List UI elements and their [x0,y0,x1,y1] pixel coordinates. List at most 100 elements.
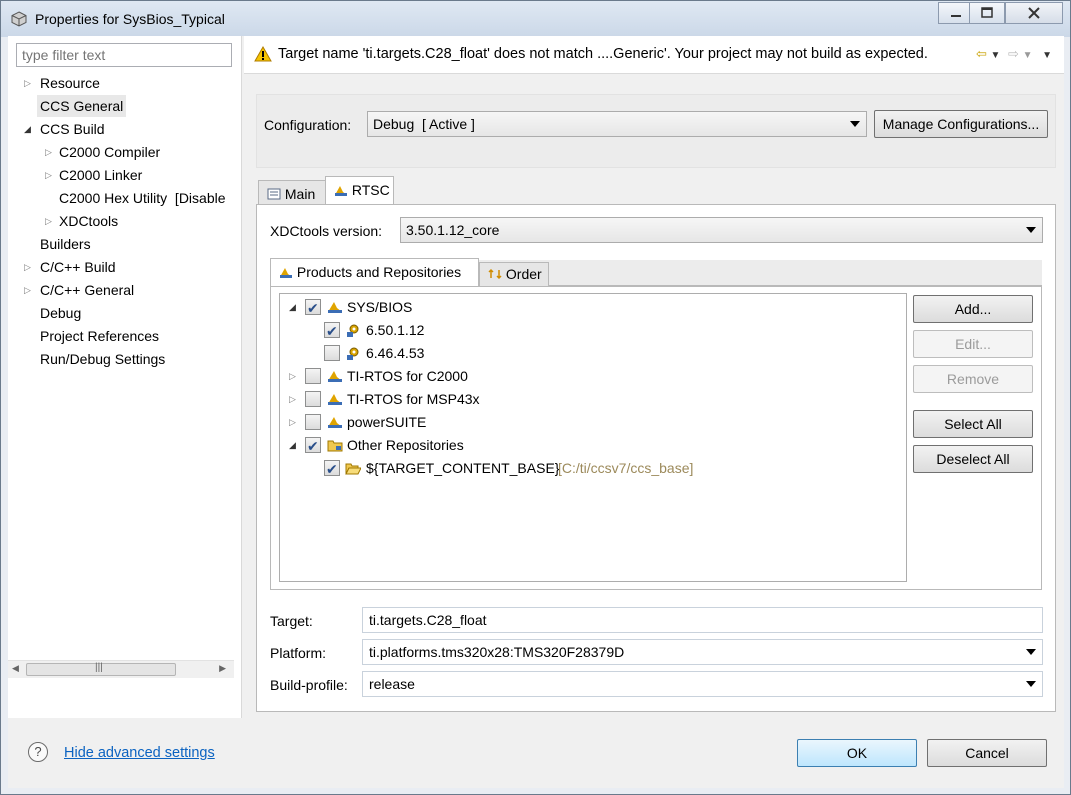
target-input[interactable]: ti.targets.C28_float [362,607,1043,633]
ok-button[interactable]: OK [797,739,917,767]
repository-folder-icon [327,440,343,452]
xdctools-version-select[interactable]: 3.50.1.12_core [400,217,1043,243]
forward-dropdown-icon[interactable]: ▼ [1023,50,1033,61]
tab-label: RTSC [351,182,390,198]
checkbox[interactable] [324,320,340,342]
property-page-tree-panel: ▷ Resource CCS General ◢ CCS Build ▷ C20… [8,36,242,718]
nav-item-label: Project References [40,328,160,344]
tab-rtsc[interactable]: RTSC [325,176,394,206]
warning-message: Target name 'ti.targets.C28_float' does … [278,46,928,62]
tab-order[interactable]: Order [479,262,549,286]
nav-item-label: Resource [40,75,100,91]
product-label: TI-RTOS for MSP43x [347,391,480,407]
nav-item-debug[interactable]: Debug [40,302,81,324]
collapse-arrow-icon[interactable]: ◢ [289,440,299,450]
nav-item-label: XDCtools [59,213,119,229]
nav-item-ccs-general[interactable]: CCS General [37,95,127,117]
maximize-button[interactable] [969,2,1005,24]
back-arrow-icon[interactable]: ⇦ [976,46,987,61]
help-icon[interactable]: ? [28,742,48,762]
nav-item-label: Debug [40,305,82,321]
grip-icon: ||| [95,662,103,673]
checkbox[interactable] [305,435,321,457]
back-dropdown-icon[interactable]: ▼ [991,50,1001,61]
nav-item-project-references[interactable]: Project References [40,325,159,347]
forward-arrow-icon[interactable]: ⇨ [1008,46,1019,61]
build-profile-combo[interactable]: release [362,671,1043,697]
product-icon [328,302,342,313]
expand-arrow-icon[interactable]: ▷ [289,417,299,427]
nav-item-c2000-hex-utility[interactable]: C2000 Hex Utility [Disable [59,187,239,209]
product-label: TI-RTOS for C2000 [347,368,468,384]
warning-icon [254,46,272,62]
expand-arrow-icon[interactable]: ▷ [45,147,55,157]
configuration-select[interactable]: Debug [ Active ] [367,111,867,137]
platform-combo[interactable]: ti.platforms.tms320x28:TMS320F28379D [362,639,1043,665]
expand-arrow-icon[interactable]: ▷ [24,262,34,272]
cancel-button[interactable]: Cancel [927,739,1047,767]
nav-item-label: CCS Build [40,121,105,137]
expand-arrow-icon[interactable]: ▷ [24,78,34,88]
product-label: 6.46.4.53 [366,345,425,361]
product-icon [328,417,342,428]
filter-input[interactable] [16,43,232,67]
expand-arrow-icon[interactable]: ▷ [289,371,299,381]
collapse-arrow-icon[interactable]: ◢ [289,302,299,312]
maximize-icon [981,7,993,18]
nav-item-label: C2000 Compiler [59,144,161,160]
scroll-left-icon[interactable]: ◀ [12,663,19,674]
chevron-down-icon [1026,227,1036,233]
expand-arrow-icon[interactable]: ▷ [289,394,299,404]
manage-configurations-button[interactable]: Manage Configurations... [874,110,1048,138]
target-label: Target: [270,613,313,629]
checkbox[interactable] [324,345,340,361]
expand-arrow-icon[interactable]: ▷ [45,170,55,180]
scrollbar-thumb[interactable]: ||| [26,662,176,676]
products-icon [280,268,292,278]
expand-arrow-icon[interactable]: ▷ [45,216,55,226]
nav-item-label: C2000 Hex Utility [Disable [59,190,226,206]
window-title: Properties for SysBios_Typical [35,11,225,27]
tab-products-repositories[interactable]: Products and Repositories [270,258,479,287]
chevron-down-icon[interactable] [1026,649,1036,655]
tab-label: Products and Repositories [296,264,462,280]
add-button[interactable]: Add... [913,295,1033,323]
checkbox[interactable] [305,368,321,384]
expand-arrow-icon[interactable]: ▷ [24,285,34,295]
version-gear-icon [347,347,359,360]
view-menu-icon[interactable]: ▼ [1042,50,1052,61]
close-window-button[interactable] [1005,2,1063,24]
rtsc-icon [335,186,347,196]
main-tab-icon [267,188,281,200]
product-icon [328,371,342,382]
xdctools-label: XDCtools version: [270,223,383,239]
checkbox[interactable] [305,414,321,430]
build-profile-label: Build-profile: [270,677,348,693]
nav-item-label: C/C++ Build [40,259,116,275]
nav-item-run-debug-settings[interactable]: Run/Debug Settings [40,348,165,370]
checkbox[interactable] [305,391,321,407]
nav-item-label: C/C++ General [40,282,135,298]
hide-advanced-settings-link[interactable]: Hide advanced settings [64,745,215,761]
title-bar: Properties for SysBios_Typical [1,1,1070,37]
tab-label: Order [505,266,542,282]
scroll-right-icon[interactable]: ▶ [219,663,226,674]
checkbox[interactable] [305,297,321,319]
product-icon [328,394,342,405]
close-icon [1028,7,1040,19]
edit-button[interactable]: Edit... [913,330,1033,358]
nav-item-builders[interactable]: Builders [40,233,91,255]
checkbox[interactable] [324,458,340,480]
history-nav: ⇦ ▼ ⇨ ▼ ▼ [976,46,1052,62]
minimize-icon [951,15,961,17]
configuration-label: Configuration: [264,117,352,133]
remove-button[interactable]: Remove [913,365,1033,393]
nav-horizontal-scrollbar[interactable]: ◀ ||| ▶ [8,660,234,678]
build-profile-value: release [369,676,415,692]
nav-item-label: C2000 Linker [59,167,143,183]
order-icon [488,268,502,280]
chevron-down-icon[interactable] [1026,681,1036,687]
select-all-button[interactable]: Select All [913,410,1033,438]
collapse-arrow-icon[interactable]: ◢ [24,124,34,134]
deselect-all-button[interactable]: Deselect All [913,445,1033,473]
